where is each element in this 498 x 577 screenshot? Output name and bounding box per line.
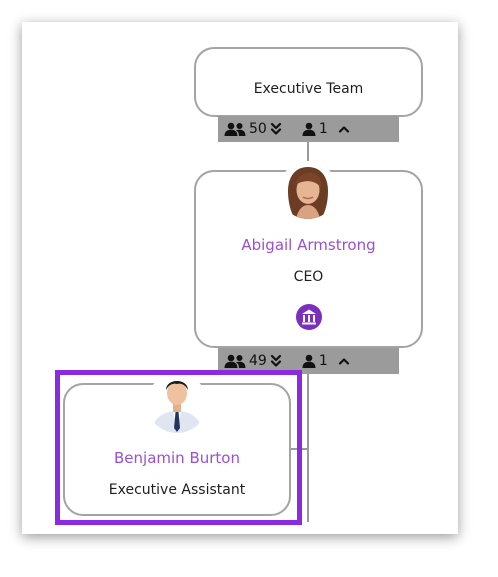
ceo-avatar[interactable]: [279, 161, 337, 219]
members-count: 50: [249, 121, 267, 137]
team-card[interactable]: Executive Team: [194, 47, 423, 117]
team-stats-bar: 50 1: [218, 116, 399, 142]
person-icon: [302, 122, 316, 136]
ceo-role: CEO: [293, 269, 324, 285]
double-chevron-down-icon: [270, 122, 281, 135]
people-icon: [224, 122, 246, 136]
double-chevron-down-icon: [270, 354, 281, 367]
team-title: Executive Team: [253, 81, 364, 97]
direct-reports-button[interactable]: 1: [302, 121, 351, 137]
selection-highlight: [55, 370, 302, 525]
ceo-name[interactable]: Abigail Armstrong: [196, 236, 421, 254]
person-icon: [302, 354, 316, 368]
chevron-up-icon: [338, 358, 349, 365]
direct-reports-count: 1: [318, 121, 328, 137]
direct-reports-button[interactable]: 1: [302, 353, 351, 369]
members-count-button[interactable]: 50: [224, 121, 282, 137]
bank-icon[interactable]: [296, 304, 322, 330]
members-count: 49: [249, 353, 267, 369]
people-icon: [224, 354, 246, 368]
direct-reports-count: 1: [318, 353, 328, 369]
members-count-button[interactable]: 49: [224, 353, 282, 369]
chevron-up-icon: [338, 126, 349, 133]
